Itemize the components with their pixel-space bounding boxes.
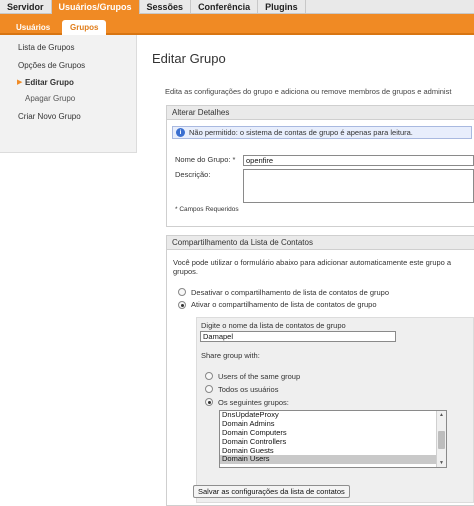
sharing-help-line2: grupos.: [173, 267, 199, 276]
required-note: * Campos Requeridos: [175, 206, 239, 213]
tab-conferencia[interactable]: Conferência: [191, 0, 259, 14]
enable-sharing-radio[interactable]: [178, 301, 186, 309]
tab-plugins[interactable]: Plugins: [258, 0, 306, 14]
sidebar-item-lista-de-grupos[interactable]: Lista de Grupos: [18, 43, 74, 52]
sidebar-item-opcoes-de-grupos[interactable]: Opções de Grupos: [18, 61, 85, 70]
subtab-grupos[interactable]: Grupos: [62, 20, 107, 35]
groups-listbox[interactable]: DnsUpdateProxy Domain Admins Domain Comput…: [219, 410, 447, 468]
group-name-label: Nome do Grupo: *: [175, 155, 236, 164]
sidebar-item-apagar-grupo[interactable]: Apagar Grupo: [25, 94, 75, 103]
tab-usuarios-grupos[interactable]: Usuários/Grupos: [51, 0, 140, 14]
share-same-group-label: Users of the same group: [218, 372, 301, 381]
list-name-label: Digite o nome da lista de contatos de gr…: [201, 321, 346, 330]
list-name-field[interactable]: Damapel: [200, 331, 396, 342]
sidebar-item-criar-novo-grupo[interactable]: Criar Novo Grupo: [18, 112, 81, 121]
top-navigation: Servidor Usuários/Grupos Sessões Conferê…: [0, 0, 474, 14]
share-all-users-radio[interactable]: [205, 385, 213, 393]
sidebar: Lista de Grupos Opções de Grupos ▶ Edita…: [0, 35, 137, 153]
page-intro: Edita as configurações do grupo e adicio…: [165, 87, 452, 96]
active-arrow-icon: ▶: [17, 79, 23, 86]
share-following-groups-label: Os seguintes grupos:: [218, 398, 289, 407]
description-field[interactable]: [243, 169, 474, 203]
groups-scrollbar[interactable]: ▲ ▼: [436, 411, 446, 467]
notice-text: Não permitido: o sistema de contas de gr…: [189, 128, 413, 137]
disable-sharing-label: Desativar o compartilhamento de lista de…: [191, 288, 390, 297]
share-following-groups-radio[interactable]: [205, 398, 213, 406]
subtab-usuarios[interactable]: Usuários: [8, 20, 58, 35]
disable-sharing-radio[interactable]: [178, 288, 186, 296]
readonly-notice: i Não permitido: o sistema de contas de …: [172, 126, 472, 139]
scroll-up-icon[interactable]: ▲: [437, 411, 446, 419]
page-title: Editar Grupo: [152, 51, 226, 66]
save-sharing-button[interactable]: Salvar as configurações da lista de cont…: [193, 485, 350, 498]
details-header: Alterar Detalhes: [167, 106, 474, 120]
share-same-group-radio[interactable]: [205, 372, 213, 380]
tab-sessoes[interactable]: Sessões: [140, 0, 192, 14]
scroll-thumb[interactable]: [438, 431, 445, 449]
tab-servidor[interactable]: Servidor: [0, 0, 52, 14]
share-with-label: Share group with:: [201, 351, 260, 360]
sharing-help-line1: Você pode utilizar o formulário abaixo p…: [173, 258, 452, 267]
group-name-field[interactable]: openfire: [243, 155, 474, 166]
description-label: Descrição:: [175, 170, 211, 179]
scroll-down-icon[interactable]: ▼: [437, 459, 446, 467]
enable-sharing-label: Ativar o compartilhamento de lista de co…: [191, 300, 377, 309]
group-option[interactable]: Domain Users: [220, 455, 446, 465]
sub-navigation: Usuários Grupos: [0, 14, 474, 35]
share-all-users-label: Todos os usuários: [218, 385, 279, 394]
sidebar-item-editar-grupo[interactable]: Editar Grupo: [25, 78, 74, 87]
info-icon: i: [176, 128, 185, 137]
sharing-header: Compartilhamento da Lista de Contatos: [167, 236, 474, 250]
